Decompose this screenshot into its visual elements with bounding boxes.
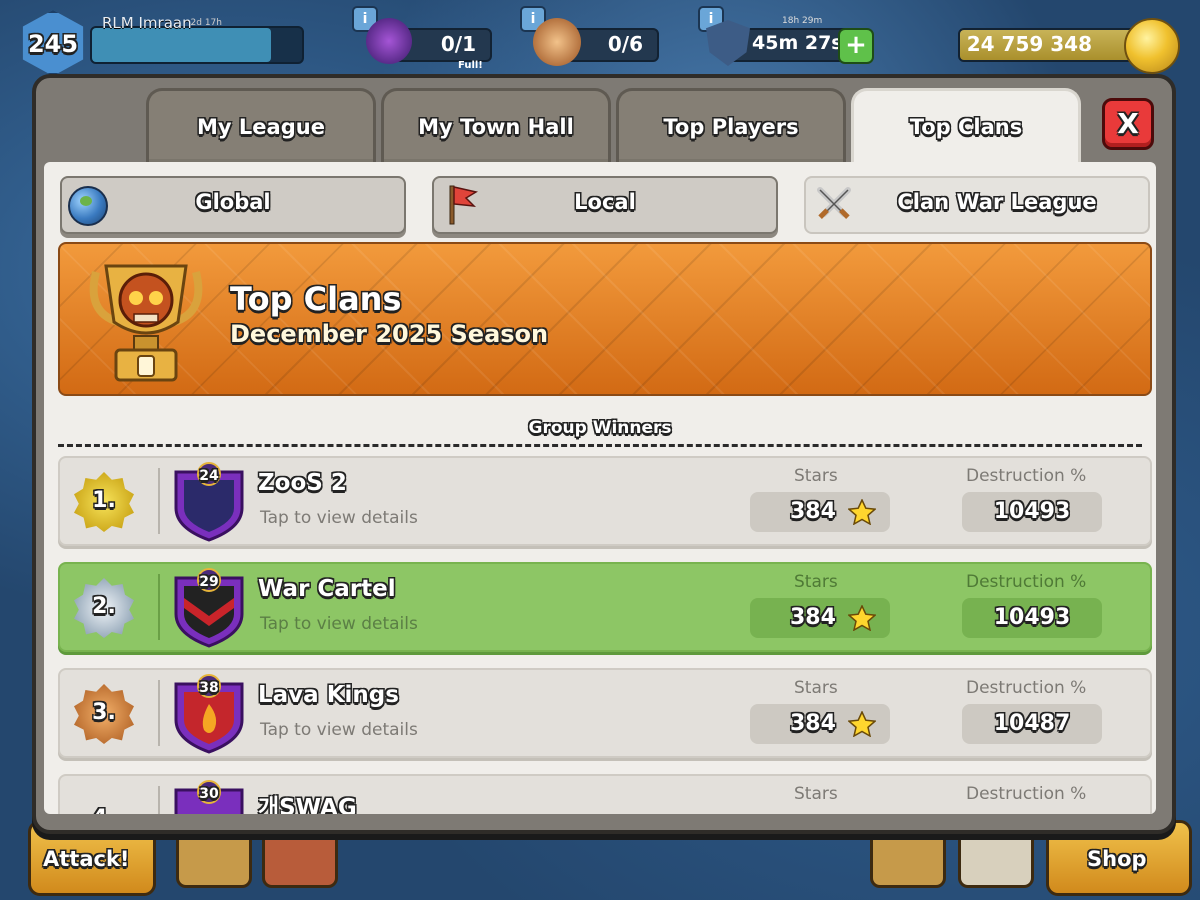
shield-time: 45m 27s	[752, 32, 843, 54]
builders-value: 0/1	[440, 32, 476, 56]
stars-value-box: 384	[750, 492, 890, 532]
tab-top-players[interactable]: Top Players	[616, 88, 846, 167]
rank-badge: 4.	[74, 790, 134, 814]
add-shield-button[interactable]: +	[838, 28, 874, 64]
rank-number: 2.	[92, 594, 116, 619]
player-level: 245	[27, 30, 79, 58]
filter-global-button[interactable]: Global	[60, 176, 406, 234]
clan-subtitle: Tap to view details	[260, 508, 418, 528]
player-name: RLM Imraan	[102, 14, 192, 32]
clan-name: ZooS 2	[258, 470, 347, 496]
attack-label: Attack!	[43, 847, 130, 871]
close-button[interactable]: X	[1102, 98, 1154, 150]
stars-label: Stars	[794, 572, 838, 592]
section-divider	[58, 444, 1142, 447]
clan-row[interactable]: 3. 38 Lava Kings Tap to view details Sta…	[58, 668, 1152, 758]
stars-value: 384	[790, 605, 836, 630]
builders-counter[interactable]: 0/1 Full!	[366, 18, 492, 71]
shield-icon	[706, 20, 750, 66]
destruction-value-box: 10487	[962, 704, 1102, 744]
rank-number: 3.	[92, 700, 116, 725]
stars-value: 384	[790, 711, 836, 736]
stars-value-box: 384	[750, 598, 890, 638]
clan-level: 38	[199, 680, 219, 696]
banner-season: December 2025 Season	[230, 320, 549, 348]
gold-counter[interactable]: 24 759 348	[958, 28, 1142, 62]
group-winners-heading: Group Winners	[528, 418, 672, 438]
filter-label: Local	[574, 190, 636, 214]
leaderboard-dialog: My League My Town Hall Top Players Top C…	[32, 74, 1176, 834]
destruction-label: Destruction %	[966, 678, 1087, 698]
tab-my-league[interactable]: My League	[146, 88, 376, 167]
tab-label: My League	[197, 115, 325, 139]
season-banner: Top Clans December 2025 Season	[58, 242, 1152, 396]
gold-coin-icon	[1124, 18, 1180, 74]
clan-row[interactable]: 1. 24 ZooS 2 Tap to view details Stars D…	[58, 456, 1152, 546]
destruction-value-box: 10493	[962, 598, 1102, 638]
rank-badge: 3.	[74, 684, 134, 744]
builders-full-note: Full!	[458, 60, 483, 71]
tab-label: Top Clans	[909, 115, 1023, 139]
clan-row[interactable]: 4. 30 개SWAG Stars Destruction %	[58, 774, 1152, 814]
tab-top-clans[interactable]: Top Clans	[851, 88, 1081, 167]
stars-value: 384	[790, 499, 836, 524]
clan-row-highlighted[interactable]: 2. 29 War Cartel Tap to view details Sta…	[58, 562, 1152, 652]
filter-label: Global	[195, 190, 271, 214]
star-icon	[848, 605, 876, 631]
destruction-value-box: 10493	[962, 492, 1102, 532]
xp-timer: 2d 17h	[190, 18, 222, 28]
shield-timer[interactable]: 18h 29m 45m 27s	[706, 16, 852, 66]
tab-label: Top Players	[663, 115, 799, 139]
tab-label: My Town Hall	[418, 115, 574, 139]
rank-badge: 2.	[74, 578, 134, 638]
tab-content: Global Local Clan War League Top Clans D…	[44, 162, 1156, 814]
player-level-badge[interactable]: 245	[18, 10, 88, 76]
rank-number: 1.	[92, 488, 116, 513]
tab-my-town-hall[interactable]: My Town Hall	[381, 88, 611, 167]
destruction-value: 10493	[993, 605, 1071, 630]
clan-name: Lava Kings	[258, 682, 399, 708]
shop-label: Shop	[1087, 847, 1147, 871]
close-icon: X	[1117, 107, 1139, 140]
clan-name: 개SWAG	[258, 795, 357, 814]
builder-icon	[366, 18, 412, 64]
rank-number: 4.	[74, 806, 134, 814]
star-icon	[848, 711, 876, 737]
filter-label: Clan War League	[897, 190, 1097, 214]
filter-clan-war-league-button[interactable]: Clan War League	[804, 176, 1150, 234]
rank-badge: 1.	[74, 472, 134, 532]
gold-value: 24 759 348	[966, 32, 1092, 56]
stars-label: Stars	[794, 678, 838, 698]
stars-label: Stars	[794, 466, 838, 486]
clan-level: 30	[199, 786, 219, 802]
troops-value: 0/6	[607, 32, 643, 56]
destruction-value: 10487	[993, 711, 1071, 736]
troops-counter[interactable]: 0/6	[533, 18, 659, 66]
clan-level: 29	[199, 574, 219, 590]
clan-subtitle: Tap to view details	[260, 614, 418, 634]
clan-level: 24	[199, 468, 219, 484]
star-icon	[848, 499, 876, 525]
troop-face-icon	[533, 18, 581, 66]
trophy-skull-icon	[89, 264, 203, 382]
shield-note: 18h 29m	[782, 16, 823, 26]
destruction-label: Destruction %	[966, 466, 1087, 486]
destruction-label: Destruction %	[966, 572, 1087, 592]
clan-name: War Cartel	[258, 576, 396, 602]
banner-title: Top Clans	[230, 280, 402, 318]
clan-subtitle: Tap to view details	[260, 720, 418, 740]
stars-value-box: 384	[750, 704, 890, 744]
destruction-label: Destruction %	[966, 784, 1087, 804]
stars-label: Stars	[794, 784, 838, 804]
filter-local-button[interactable]: Local	[432, 176, 778, 234]
destruction-value: 10493	[993, 499, 1071, 524]
